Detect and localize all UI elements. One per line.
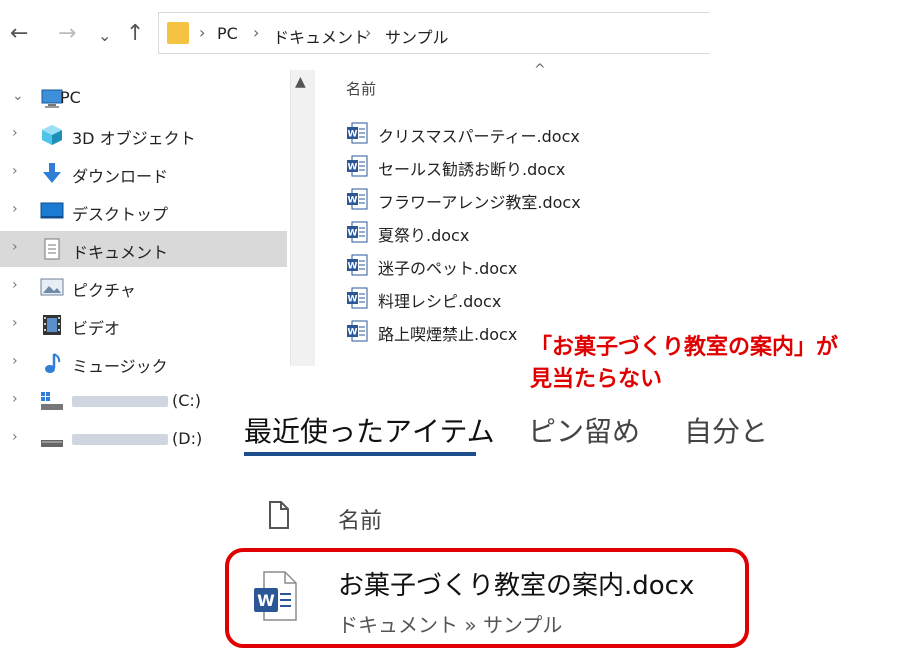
recent-column-header-name[interactable]: 名前: [338, 503, 382, 535]
active-tab-indicator: [244, 452, 476, 456]
navigation-bar: ← → ⌄ ↑ › PC › ドキュメント › サンプル: [0, 0, 712, 70]
breadcrumb-pc[interactable]: PC: [217, 24, 238, 43]
annotation-line: 見当たらない: [530, 367, 663, 392]
file-name: 料理レシピ.docx: [378, 292, 502, 311]
file-name: セールス勧誘お断り.docx: [378, 160, 566, 179]
chevron-right-icon[interactable]: ›: [12, 315, 18, 331]
sort-ascending-icon: ^: [534, 62, 546, 78]
tree-item-label: ドキュメント: [72, 243, 169, 262]
file-name: クリスマスパーティー.docx: [378, 127, 580, 146]
tree-item-music[interactable]: › ミュージック: [0, 345, 287, 381]
tree-item-documents[interactable]: › ドキュメント: [0, 231, 287, 267]
breadcrumb-sample[interactable]: サンプル: [385, 24, 449, 48]
word-file-icon: W: [347, 254, 368, 276]
blurred-drive-name: [72, 434, 168, 445]
file-name: フラワーアレンジ教室.docx: [378, 193, 581, 212]
svg-text:W: W: [348, 229, 358, 239]
scroll-up-icon[interactable]: ▲: [295, 74, 306, 90]
up-button[interactable]: ↑: [126, 22, 144, 46]
file-name: 夏祭り.docx: [378, 226, 470, 245]
chevron-right-icon[interactable]: ›: [12, 429, 18, 445]
tab-pinned[interactable]: ピン留め: [528, 410, 640, 450]
word-file-icon: W: [347, 287, 368, 309]
drive-c-icon: [41, 392, 63, 410]
word-file-icon: W: [347, 155, 368, 177]
tree-item-label: ダウンロード: [72, 167, 169, 186]
word-file-icon: W: [254, 571, 297, 621]
tree-item-label: ピクチャ: [72, 281, 136, 300]
forward-button[interactable]: →: [58, 22, 76, 46]
tree-item-label: (C:): [72, 391, 201, 410]
tree-item-label: PC: [60, 88, 81, 107]
chevron-down-icon[interactable]: ⌄: [12, 88, 24, 104]
tree-item-desktop[interactable]: › デスクトップ: [0, 193, 287, 229]
annotation-callout: 「お菓子づくり教室の案内」が 見当たらない: [530, 332, 838, 396]
tab-shared-with-me[interactable]: 自分と: [684, 410, 768, 450]
file-name: 路上喫煙禁止.docx: [378, 325, 518, 344]
chevron-right-icon[interactable]: ›: [12, 125, 18, 141]
svg-text:W: W: [348, 163, 358, 173]
svg-text:W: W: [348, 130, 358, 140]
tree-item-label: デスクトップ: [72, 205, 169, 224]
breadcrumb-separator: ›: [199, 23, 206, 42]
svg-text:W: W: [348, 262, 358, 272]
word-file-icon: W: [347, 122, 368, 144]
blurred-drive-name: [72, 396, 168, 407]
folder-icon: [167, 22, 189, 44]
tree-item-videos[interactable]: › ビデオ: [0, 307, 287, 343]
svg-text:W: W: [348, 328, 358, 338]
file-column-icon: [269, 501, 289, 529]
recent-item-title[interactable]: お菓子づくり教室の案内.docx: [338, 565, 694, 602]
tree-item-3d-objects[interactable]: › 3D オブジェクト: [0, 117, 287, 153]
tree-item-pictures[interactable]: › ピクチャ: [0, 269, 287, 305]
cube-icon: [42, 125, 62, 145]
chevron-right-icon[interactable]: ›: [12, 391, 18, 407]
download-icon: [43, 163, 61, 183]
tree-item-label: ビデオ: [72, 319, 121, 338]
tree-item-label: 3D オブジェクト: [72, 129, 196, 148]
file-name: 迷子のペット.docx: [378, 259, 518, 278]
tab-recent[interactable]: 最近使ったアイテム: [244, 410, 495, 450]
word-file-icon: W: [347, 188, 368, 210]
vertical-scrollbar[interactable]: ▲: [290, 70, 315, 366]
breadcrumb-separator: ›: [253, 23, 260, 42]
tree-item-label: (D:): [72, 429, 202, 448]
pictures-icon: [40, 278, 64, 296]
video-icon: [43, 315, 61, 335]
recent-item-path: ドキュメント » サンプル: [338, 613, 563, 637]
tree-item-pc[interactable]: ⌄ PC: [0, 80, 287, 116]
svg-text:W: W: [348, 196, 358, 206]
annotation-line: 「お菓子づくり教室の案内」が: [530, 335, 839, 360]
address-bar[interactable]: › PC › ドキュメント › サンプル: [158, 12, 710, 54]
recent-locations-chevron-icon[interactable]: ⌄: [98, 24, 111, 48]
tree-item-downloads[interactable]: › ダウンロード: [0, 155, 287, 191]
svg-text:W: W: [348, 295, 358, 305]
svg-text:W: W: [257, 591, 275, 610]
chevron-right-icon[interactable]: ›: [12, 353, 18, 369]
breadcrumb-documents[interactable]: ドキュメント: [273, 24, 369, 48]
column-header-name[interactable]: 名前: [346, 78, 376, 99]
word-file-icon: W: [347, 221, 368, 243]
chevron-right-icon[interactable]: ›: [12, 239, 18, 255]
breadcrumb-separator: ›: [365, 23, 372, 42]
desktop-icon: [40, 202, 64, 219]
music-icon: [45, 353, 61, 373]
chevron-right-icon[interactable]: ›: [12, 163, 18, 179]
word-file-icon: W: [347, 320, 368, 342]
document-icon: [44, 238, 60, 260]
tree-item-label: ミュージック: [72, 357, 168, 376]
chevron-right-icon[interactable]: ›: [12, 201, 18, 217]
drive-d-icon: [41, 440, 63, 447]
back-button[interactable]: ←: [10, 22, 28, 46]
chevron-right-icon[interactable]: ›: [12, 277, 18, 293]
